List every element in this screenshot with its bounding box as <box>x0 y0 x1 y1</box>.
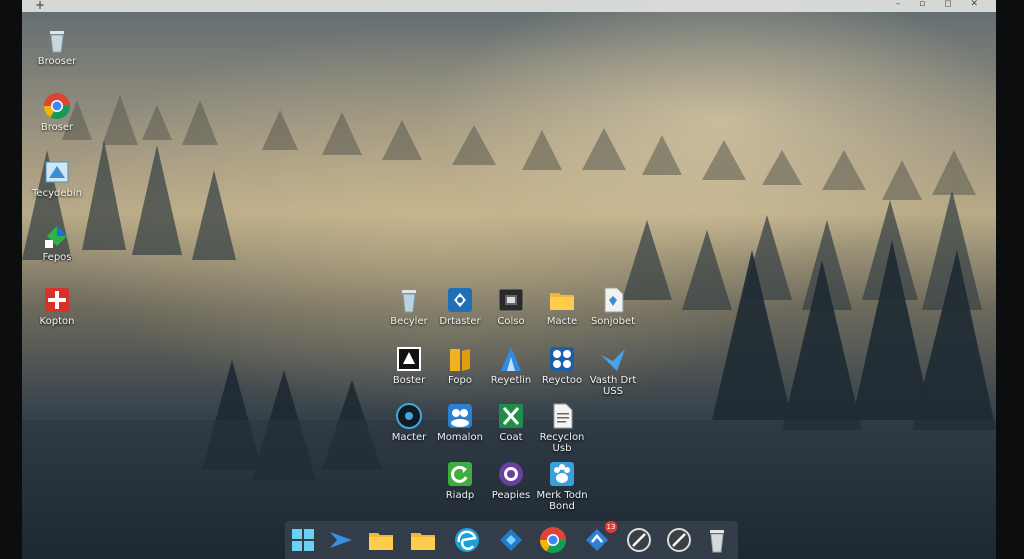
taskbar-folder[interactable] <box>409 526 437 554</box>
start-icon <box>292 529 314 551</box>
green-refresh-icon <box>446 460 474 488</box>
green-app-icon <box>43 222 71 250</box>
desktop-icon-sonjobet[interactable]: Sonjobet <box>582 286 644 327</box>
icon-label: Sonjobet <box>590 316 636 327</box>
icon-label: Fepos <box>42 252 72 263</box>
taskbar-app-1[interactable] <box>327 526 355 554</box>
taskbar-app-5[interactable] <box>665 526 693 554</box>
icon-label: Kopton <box>39 316 75 327</box>
excel-icon <box>497 402 525 430</box>
window-app-icon <box>43 158 71 186</box>
desktop-icon-vasth-drt-uss[interactable]: Vasth Drt USS <box>582 345 644 397</box>
folder-icon <box>369 533 393 550</box>
blue-app-icon <box>446 286 474 314</box>
icon-label: Broser <box>40 122 74 133</box>
blue-pattern-icon <box>548 345 576 373</box>
desktop-icon-merk-todn-bond[interactable]: Merk Todn Bond <box>531 460 593 512</box>
notification-badge: 13 <box>605 521 617 533</box>
recycle-bin-icon <box>395 286 423 314</box>
new-tab-button[interactable]: + <box>35 0 45 12</box>
bird-icon <box>599 345 627 373</box>
taskbar-app-3[interactable]: 13 <box>583 521 617 554</box>
taskbar-recycle-bin[interactable] <box>703 526 731 554</box>
desktop-icon-broser[interactable]: Broser <box>26 92 88 133</box>
text-file-icon <box>548 402 576 430</box>
slash-circle-icon <box>627 528 651 552</box>
edge-icon <box>455 528 479 552</box>
desktop-icon-fepos[interactable]: Fepos <box>26 222 88 263</box>
window-controls[interactable]: – ▫ ◻ ✕ <box>896 0 986 9</box>
desktop-icon-tecydebin[interactable]: Tecydebin <box>26 158 88 199</box>
start-button[interactable] <box>289 526 317 554</box>
paw-icon <box>548 460 576 488</box>
people-icon <box>446 402 474 430</box>
taskbar: 13 <box>285 521 738 559</box>
icon-label: Tecydebin <box>32 188 82 199</box>
yellow-app-icon <box>446 345 474 373</box>
disc-icon <box>395 402 423 430</box>
folder-icon <box>548 286 576 314</box>
chrome-icon <box>43 92 71 120</box>
taskbar-app-4[interactable] <box>625 526 653 554</box>
chrome-icon <box>539 527 567 554</box>
blue-pen-icon <box>497 345 525 373</box>
recycle-bin-icon <box>43 26 71 54</box>
icon-label: Vasth Drt USS <box>589 375 637 397</box>
taskbar-app-2[interactable] <box>497 526 525 554</box>
blue-arrow-icon <box>330 532 352 548</box>
slash-circle-icon <box>667 528 691 552</box>
taskbar-file-explorer[interactable] <box>367 526 395 554</box>
window-titlebar: + – ▫ ◻ ✕ <box>22 0 996 12</box>
black-app-icon <box>395 345 423 373</box>
icon-label: Recyclon Usb <box>539 432 585 454</box>
purple-circle-icon <box>497 460 525 488</box>
icon-label: Merk Todn Bond <box>536 490 588 512</box>
taskbar-edge[interactable] <box>453 526 481 554</box>
folder-icon <box>411 533 435 550</box>
recycle-bin-icon <box>710 530 724 553</box>
red-app-icon <box>43 286 71 314</box>
camera-app-icon <box>497 286 525 314</box>
blue-arrow-icon <box>500 529 522 551</box>
icon-label: Brooser <box>37 56 77 67</box>
taskbar-chrome[interactable] <box>539 526 567 554</box>
desktop-icon-recyclon-usb[interactable]: Recyclon Usb <box>531 402 593 454</box>
desktop-icon-kopton[interactable]: Kopton <box>26 286 88 327</box>
desktop-icon-brooser[interactable]: Brooser <box>26 26 88 67</box>
desktop[interactable]: Brooser Broser Tecydebin Fepos Kopton Be… <box>22 0 996 559</box>
document-icon <box>599 286 627 314</box>
